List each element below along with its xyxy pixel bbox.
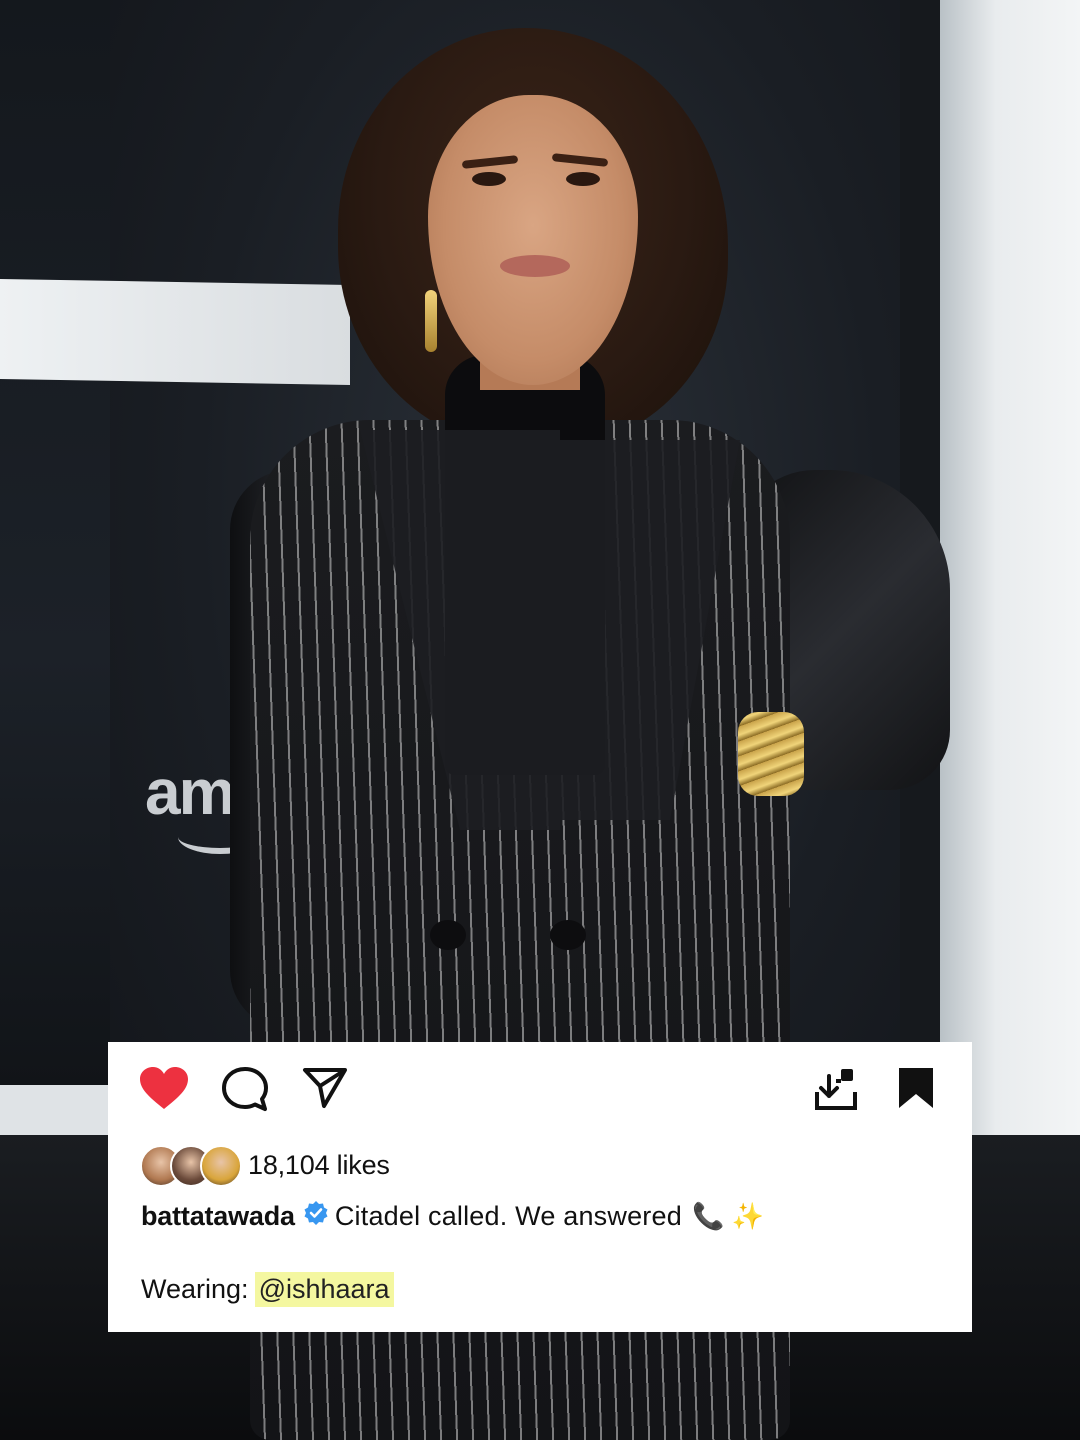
wearing-label: Wearing: [141, 1274, 249, 1304]
suit-button-left [430, 920, 466, 950]
mention-handle: ishhaara [285, 1274, 390, 1304]
download-icon [815, 1069, 857, 1110]
lapel-right [560, 440, 740, 820]
gold-bracelet [738, 712, 804, 796]
caption-emoji: 📞 ✨ [691, 1201, 764, 1231]
avatar [200, 1145, 242, 1187]
like-button[interactable] [139, 1066, 189, 1110]
likes-row: 18,104 likes [140, 1142, 390, 1188]
eye-left [472, 172, 506, 186]
suit-button-right [550, 920, 586, 950]
liked-by-avatars[interactable] [140, 1143, 244, 1187]
post-username[interactable]: battatawada [141, 1201, 295, 1232]
threads-at-icon: @ [258, 1274, 286, 1304]
likes-count[interactable]: 18,104 likes [248, 1150, 390, 1181]
comment-bubble-icon [222, 1067, 268, 1111]
post-caption-card: 18,104 likes battatawada Citadel called.… [108, 1042, 972, 1332]
heart-filled-icon [140, 1067, 188, 1109]
share-button[interactable] [302, 1066, 348, 1110]
wearing-row: Wearing: @ ishhaara [141, 1272, 394, 1307]
download-button[interactable] [814, 1066, 858, 1112]
save-button[interactable] [897, 1066, 935, 1110]
mention-tag[interactable]: @ ishhaara [254, 1272, 394, 1307]
verified-badge-icon [303, 1200, 329, 1233]
lips [500, 255, 570, 277]
paper-plane-icon [303, 1068, 347, 1108]
caption-row: battatawada Citadel called. We answered … [141, 1200, 764, 1233]
comment-button[interactable] [221, 1066, 269, 1112]
caption-text: Citadel called. We answered [334, 1201, 682, 1231]
earring [425, 290, 437, 352]
bookmark-filled-icon [899, 1068, 933, 1108]
lapel-left [360, 430, 560, 830]
eye-right [566, 172, 600, 186]
post-action-bar [108, 1042, 972, 1137]
